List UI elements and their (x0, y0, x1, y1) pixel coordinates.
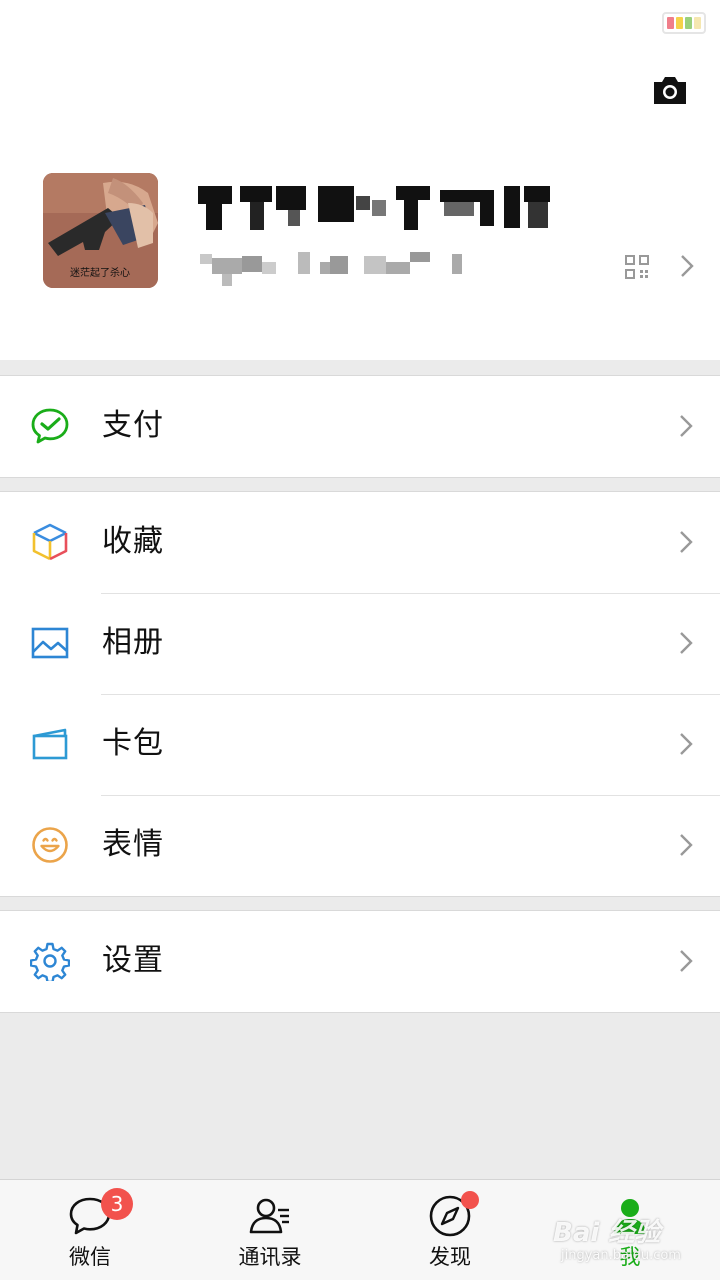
menu-group-settings: 设置 (0, 910, 720, 1013)
avatar-caption: 迷茫起了杀心 (70, 266, 130, 279)
chevron-right-icon (680, 531, 693, 553)
menu-label-stickers: 表情 (102, 827, 164, 862)
menu-item-settings[interactable]: 设置 (0, 911, 720, 1012)
chevron-right-icon (680, 950, 693, 972)
profile-header: 迷茫起了杀心 (0, 0, 720, 360)
battery-icon (662, 12, 706, 34)
tab-label-chats: 微信 (69, 1245, 111, 1269)
tab-discover[interactable]: 发现 (360, 1180, 540, 1280)
chevron-right-icon (680, 733, 693, 755)
watermark-line1: Bai 经验 (553, 1218, 661, 1248)
menu-label-pay: 支付 (102, 408, 164, 443)
camera-icon[interactable] (650, 72, 690, 108)
tab-chats[interactable]: 3 微信 (0, 1180, 180, 1280)
contacts-icon (249, 1198, 289, 1234)
menu-item-cards[interactable]: 卡包 (0, 694, 720, 795)
menu-item-favorites[interactable]: 收藏 (0, 492, 720, 593)
discover-notification-dot (461, 1191, 479, 1209)
unread-badge: 3 (101, 1188, 133, 1220)
chevron-right-icon (680, 834, 693, 856)
menu-label-album: 相册 (102, 625, 164, 660)
card-wallet-icon (32, 728, 68, 760)
tab-label-discover: 发现 (429, 1245, 471, 1269)
watermark-line2: jingyan.baidu.com (561, 1248, 681, 1263)
tab-contacts[interactable]: 通讯录 (180, 1180, 360, 1280)
gear-icon (30, 942, 70, 981)
menu-group-features: 收藏 相册 卡包 表情 (0, 491, 720, 897)
menu-group-pay: 支付 (0, 375, 720, 478)
chevron-right-icon (680, 632, 693, 654)
chevron-right-icon (680, 415, 693, 437)
favorites-cube-icon (32, 523, 68, 561)
qr-code-icon[interactable] (625, 255, 649, 279)
menu-item-pay[interactable]: 支付 (0, 376, 720, 477)
avatar[interactable]: 迷茫起了杀心 (43, 173, 158, 288)
menu-label-settings: 设置 (102, 943, 164, 978)
smiley-icon (32, 827, 68, 863)
menu-item-stickers[interactable]: 表情 (0, 795, 720, 896)
menu-item-album[interactable]: 相册 (0, 593, 720, 694)
chevron-right-icon[interactable] (679, 253, 695, 279)
baidu-jingyan-watermark: Bai 经验 jingyan.baidu.com (553, 1218, 713, 1268)
menu-label-cards: 卡包 (102, 726, 164, 761)
menu-label-favorites: 收藏 (102, 524, 164, 559)
album-image-icon (31, 627, 69, 659)
wechat-pay-icon (31, 408, 69, 444)
tab-label-contacts: 通讯录 (238, 1245, 302, 1269)
